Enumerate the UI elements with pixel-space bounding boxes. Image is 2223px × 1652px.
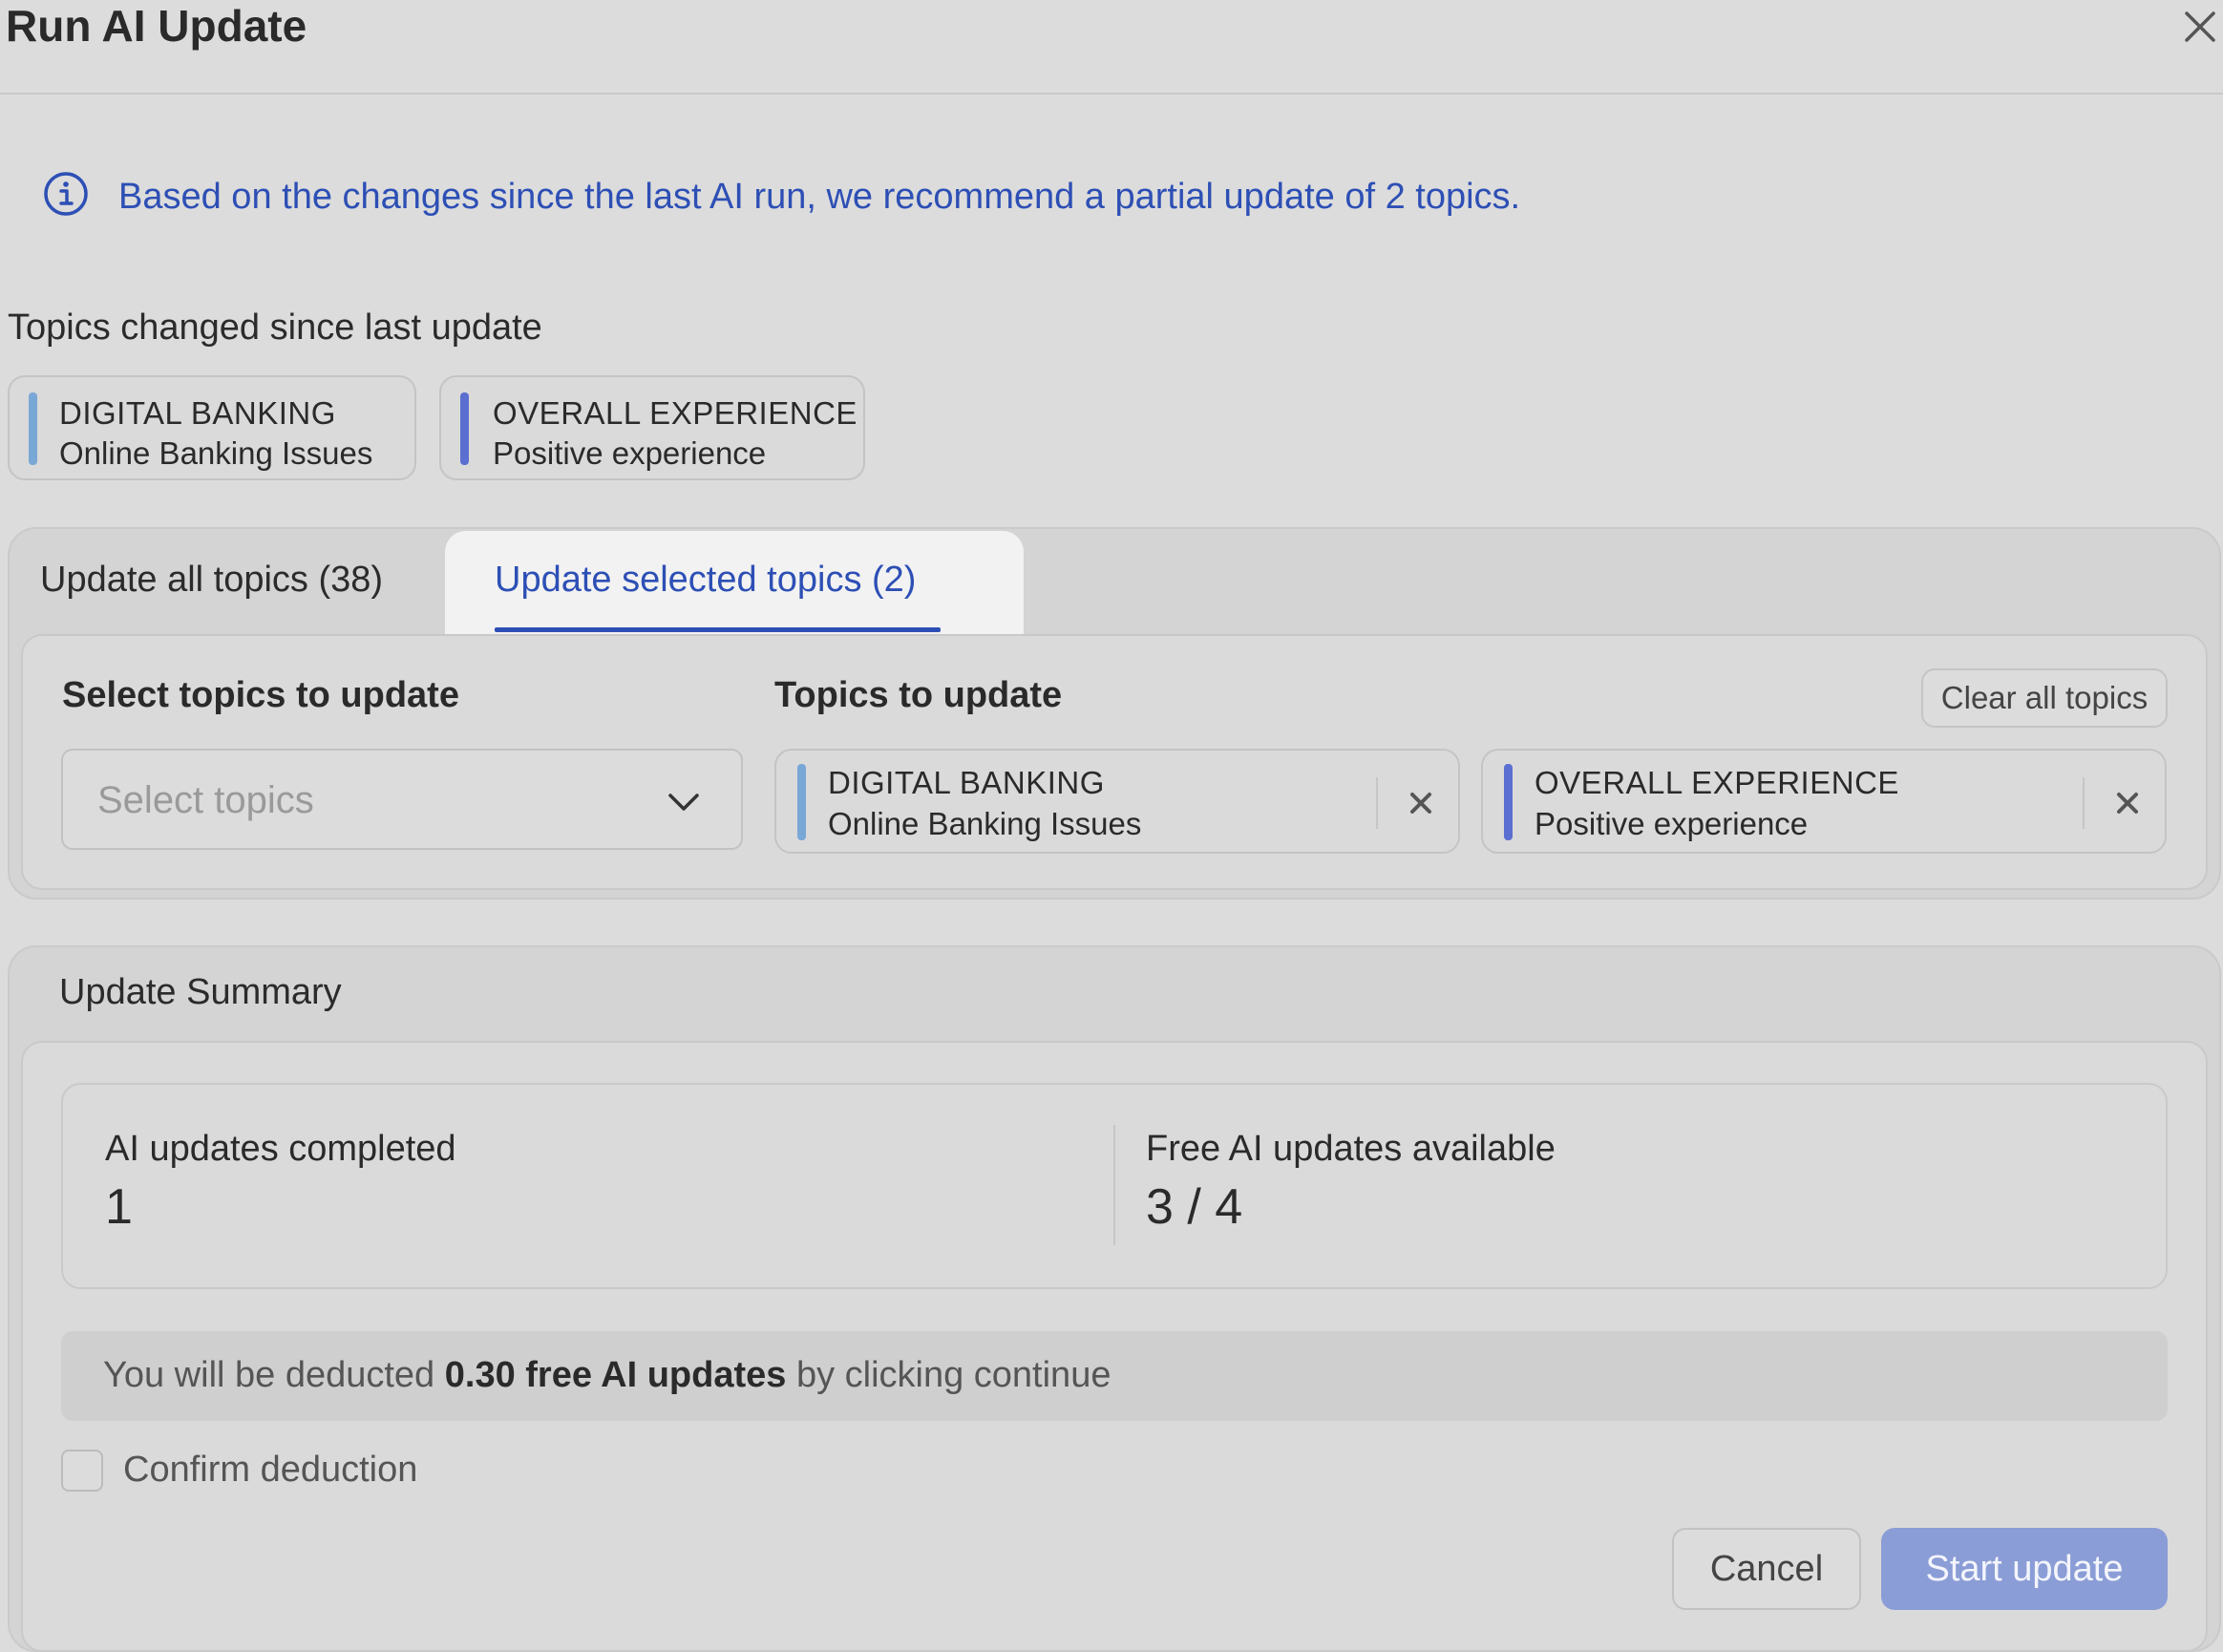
changed-topic-chip: OVERALL EXPERIENCE Positive experience	[439, 375, 865, 480]
topic-name: Online Banking Issues	[59, 435, 373, 471]
tab-update-all[interactable]: Update all topics (38)	[40, 558, 383, 602]
topic-category: OVERALL EXPERIENCE	[1535, 765, 1899, 800]
topics-to-update-heading: Topics to update	[774, 675, 1063, 715]
tab-active-underline	[495, 627, 941, 632]
start-update-button[interactable]: Start update	[1881, 1528, 2168, 1610]
remove-topic-icon[interactable]	[2104, 779, 2151, 827]
info-message: Based on the changes since the last AI r…	[118, 177, 1521, 217]
topic-color-bar	[29, 392, 37, 465]
topic-color-bar	[797, 764, 806, 840]
completed-value: 1	[105, 1179, 133, 1235]
tab-update-selected[interactable]: Update selected topics (2)	[495, 558, 916, 602]
header-divider	[0, 93, 2223, 95]
deduction-prefix: You will be deducted	[103, 1355, 445, 1395]
free-updates-label: Free AI updates available	[1146, 1129, 1556, 1169]
remove-topic-icon[interactable]	[1397, 779, 1445, 827]
dialog-title: Run AI Update	[6, 1, 307, 51]
topic-name: Online Banking Issues	[828, 806, 1142, 841]
clear-all-topics-button[interactable]: Clear all topics	[1921, 668, 2168, 728]
completed-label: AI updates completed	[105, 1129, 456, 1169]
close-icon[interactable]	[2177, 4, 2223, 50]
topic-name: Positive experience	[1535, 806, 1809, 841]
confirm-deduction-label[interactable]: Confirm deduction	[123, 1448, 417, 1492]
cancel-button[interactable]: Cancel	[1672, 1528, 1861, 1610]
selected-topic-chip: OVERALL EXPERIENCE Positive experience	[1481, 749, 2167, 854]
update-summary-title: Update Summary	[59, 972, 342, 1012]
free-updates-value: 3 / 4	[1146, 1179, 1243, 1235]
topic-color-bar	[460, 392, 469, 465]
topic-category: DIGITAL BANKING	[828, 765, 1105, 800]
topic-name: Positive experience	[493, 435, 767, 471]
deduction-notice: You will be deducted 0.30 free AI update…	[61, 1331, 2168, 1421]
selected-topic-chip: DIGITAL BANKING Online Banking Issues	[774, 749, 1460, 854]
topic-color-bar	[1504, 764, 1513, 840]
deduction-text: You will be deducted 0.30 free AI update…	[103, 1353, 1111, 1397]
chevron-down-icon	[668, 794, 699, 811]
stats-divider	[1113, 1125, 1115, 1245]
info-icon	[44, 172, 88, 216]
changed-topics-label: Topics changed since last update	[8, 307, 542, 348]
changed-topic-chip: DIGITAL BANKING Online Banking Issues	[8, 375, 416, 480]
chip-separator	[2083, 777, 2085, 829]
chip-separator	[1376, 777, 1378, 829]
select-topics-heading: Select topics to update	[62, 675, 459, 715]
confirm-deduction-checkbox[interactable]	[61, 1450, 103, 1492]
topic-category: DIGITAL BANKING	[59, 395, 336, 431]
topic-category: OVERALL EXPERIENCE	[493, 395, 857, 431]
select-topics-dropdown[interactable]: Select topics	[61, 749, 743, 850]
select-topics-placeholder: Select topics	[97, 779, 314, 821]
deduction-amount: 0.30 free AI updates	[444, 1355, 787, 1395]
deduction-suffix: by clicking continue	[786, 1355, 1112, 1395]
